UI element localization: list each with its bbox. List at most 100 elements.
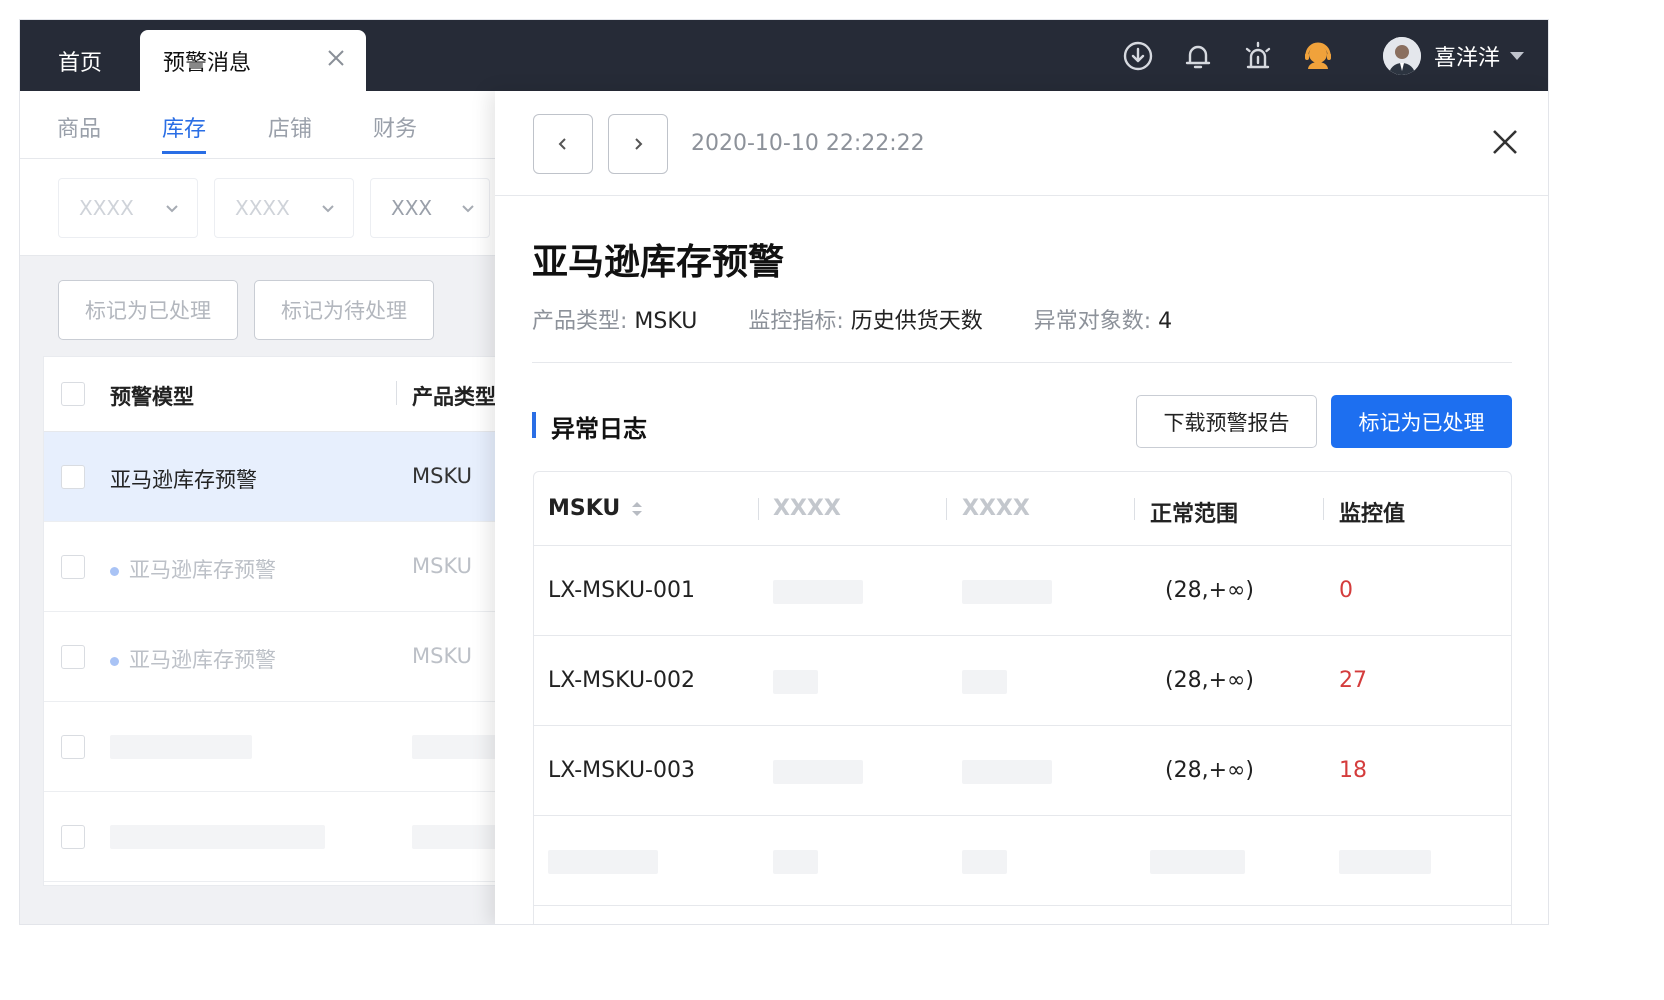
placeholder-bar — [1150, 850, 1245, 874]
chevron-down-icon — [322, 205, 334, 213]
section-accent-bar — [532, 412, 536, 438]
table-row[interactable]: 亚马逊库存预警 MSKU — [44, 522, 502, 612]
divider — [532, 362, 1512, 363]
chevron-down-icon — [166, 205, 178, 213]
table-header: MSKU XXXX XXXX 正常范围 监控值 — [534, 472, 1511, 546]
drawer-header: 2020-10-10 22:22:22 — [495, 91, 1548, 196]
row-type: MSKU — [412, 464, 473, 488]
column-divider — [1323, 498, 1324, 520]
table-row[interactable] — [44, 702, 502, 792]
placeholder-bar — [548, 850, 658, 874]
tab-finance[interactable]: 财务 — [373, 111, 417, 143]
avatar — [1382, 36, 1421, 75]
unread-dot-icon — [110, 656, 119, 666]
row-checkbox[interactable] — [61, 645, 85, 669]
tab-products[interactable]: 商品 — [57, 111, 101, 143]
close-icon[interactable] — [326, 48, 346, 68]
user-name: 喜洋洋 — [1433, 45, 1500, 71]
column-divider — [396, 381, 397, 405]
mark-processed-button[interactable]: 标记为已处理 — [1331, 395, 1512, 448]
row-checkbox[interactable] — [61, 555, 85, 579]
top-bar: 首页 预警消息 喜洋洋 — [20, 20, 1548, 91]
filter-select-3[interactable]: XXX — [370, 178, 490, 238]
meta-label: 异常对象数: — [1033, 309, 1152, 334]
tab-inventory[interactable]: 库存 — [162, 111, 207, 154]
column-divider — [1134, 498, 1135, 520]
cell-msku: LX-MSKU-003 — [548, 758, 695, 783]
placeholder-bar — [412, 735, 502, 759]
tab-alert-messages[interactable]: 预警消息 — [140, 30, 366, 91]
row-checkbox[interactable] — [61, 465, 85, 489]
column-header-type: 产品类型 — [412, 385, 496, 409]
download-report-button[interactable]: 下载预警报告 — [1136, 395, 1317, 448]
alert-timestamp: 2020-10-10 22:22:22 — [691, 131, 925, 156]
table-row[interactable] — [534, 816, 1511, 906]
table-row[interactable]: LX-MSKU-002 (28,+∞) 27 — [534, 636, 1511, 726]
row-model-text: 亚马逊库存预警 — [129, 558, 276, 582]
cell-msku: LX-MSKU-002 — [548, 668, 695, 693]
meta-anomaly-count: 4 — [1158, 309, 1173, 334]
next-button[interactable] — [608, 114, 668, 174]
alarm-icon[interactable] — [1241, 39, 1275, 73]
row-model-name: 亚马逊库存预警 — [110, 644, 276, 674]
anomaly-log-table: MSKU XXXX XXXX 正常范围 监控值 LX-MSKU-001 (28,… — [533, 471, 1512, 924]
table-row[interactable] — [44, 792, 502, 882]
placeholder-bar — [1339, 850, 1431, 874]
row-model-name: 亚马逊库存预警 — [110, 554, 276, 584]
table-header: 预警模型 产品类型 — [44, 357, 502, 432]
download-icon[interactable] — [1121, 39, 1155, 73]
sort-icon[interactable] — [630, 499, 644, 519]
bell-icon[interactable] — [1181, 39, 1215, 73]
mark-done-button[interactable]: 标记为已处理 — [58, 280, 238, 340]
cell-range: (28,+∞) — [1165, 758, 1254, 783]
filter-select-1[interactable]: XXXX — [58, 178, 198, 238]
tab-home[interactable]: 首页 — [20, 30, 140, 91]
top-icons: 喜洋洋 — [1095, 20, 1548, 91]
row-checkbox[interactable] — [61, 735, 85, 759]
support-agent-icon[interactable] — [1301, 39, 1335, 73]
meta-label: 产品类型: — [532, 309, 628, 334]
drawer-title: 亚马逊库存预警 — [532, 242, 785, 283]
table-row[interactable]: LX-MSKU-003 (28,+∞) 18 — [534, 726, 1511, 816]
select-all-checkbox[interactable] — [61, 382, 85, 406]
column-header-monitor-value: 监控值 — [1339, 502, 1406, 527]
close-icon[interactable] — [1490, 127, 1520, 157]
row-model-name: 亚马逊库存预警 — [110, 468, 257, 492]
filter-value: XXXX — [235, 196, 290, 220]
placeholder-bar — [962, 670, 1007, 694]
meta-product-type: MSKU — [634, 309, 698, 334]
chevron-right-icon — [635, 138, 643, 150]
column-header-normal-range: 正常范围 — [1150, 502, 1239, 527]
cell-msku: LX-MSKU-001 — [548, 578, 695, 603]
placeholder-bar — [110, 825, 325, 849]
tab-stores[interactable]: 店铺 — [268, 111, 312, 143]
column-header-msku[interactable]: MSKU — [548, 496, 644, 521]
row-type: MSKU — [412, 644, 473, 668]
column-divider — [946, 498, 947, 520]
table-row[interactable]: LX-MSKU-001 (28,+∞) 0 — [534, 546, 1511, 636]
placeholder-bar — [773, 760, 863, 784]
table-row[interactable]: 亚马逊库存预警 MSKU — [44, 432, 502, 522]
alert-detail-drawer: 2020-10-10 22:22:22 亚马逊库存预警 产品类型: MSKU 监… — [495, 91, 1548, 924]
meta-label: 监控指标: — [748, 309, 844, 334]
column-header-placeholder: XXXX — [773, 496, 841, 521]
cell-value: 18 — [1339, 758, 1367, 783]
filter-bar: XXXX XXXX XXX — [20, 159, 495, 256]
column-header-placeholder: XXXX — [962, 496, 1030, 521]
cell-value: 0 — [1339, 578, 1353, 603]
section-title: 异常日志 — [551, 415, 647, 443]
previous-button[interactable] — [533, 114, 593, 174]
row-checkbox[interactable] — [61, 825, 85, 849]
alert-list-panel: 商品 库存 店铺 财务 XXXX XXXX XXX 标记为已处理 标记为待处理 — [20, 91, 503, 924]
filter-value: XXXX — [79, 196, 134, 220]
cell-range: (28,+∞) — [1165, 668, 1254, 693]
filter-select-2[interactable]: XXXX — [214, 178, 354, 238]
cell-value: 27 — [1339, 668, 1367, 693]
chevron-down-icon — [462, 205, 474, 213]
placeholder-bar — [962, 760, 1052, 784]
filter-value: XXX — [391, 196, 433, 220]
mark-pending-button[interactable]: 标记为待处理 — [254, 280, 434, 340]
user-menu[interactable]: 喜洋洋 — [1382, 36, 1524, 75]
table-row[interactable]: 亚马逊库存预警 MSKU — [44, 612, 502, 702]
meta-metric: 历史供货天数 — [850, 309, 983, 334]
